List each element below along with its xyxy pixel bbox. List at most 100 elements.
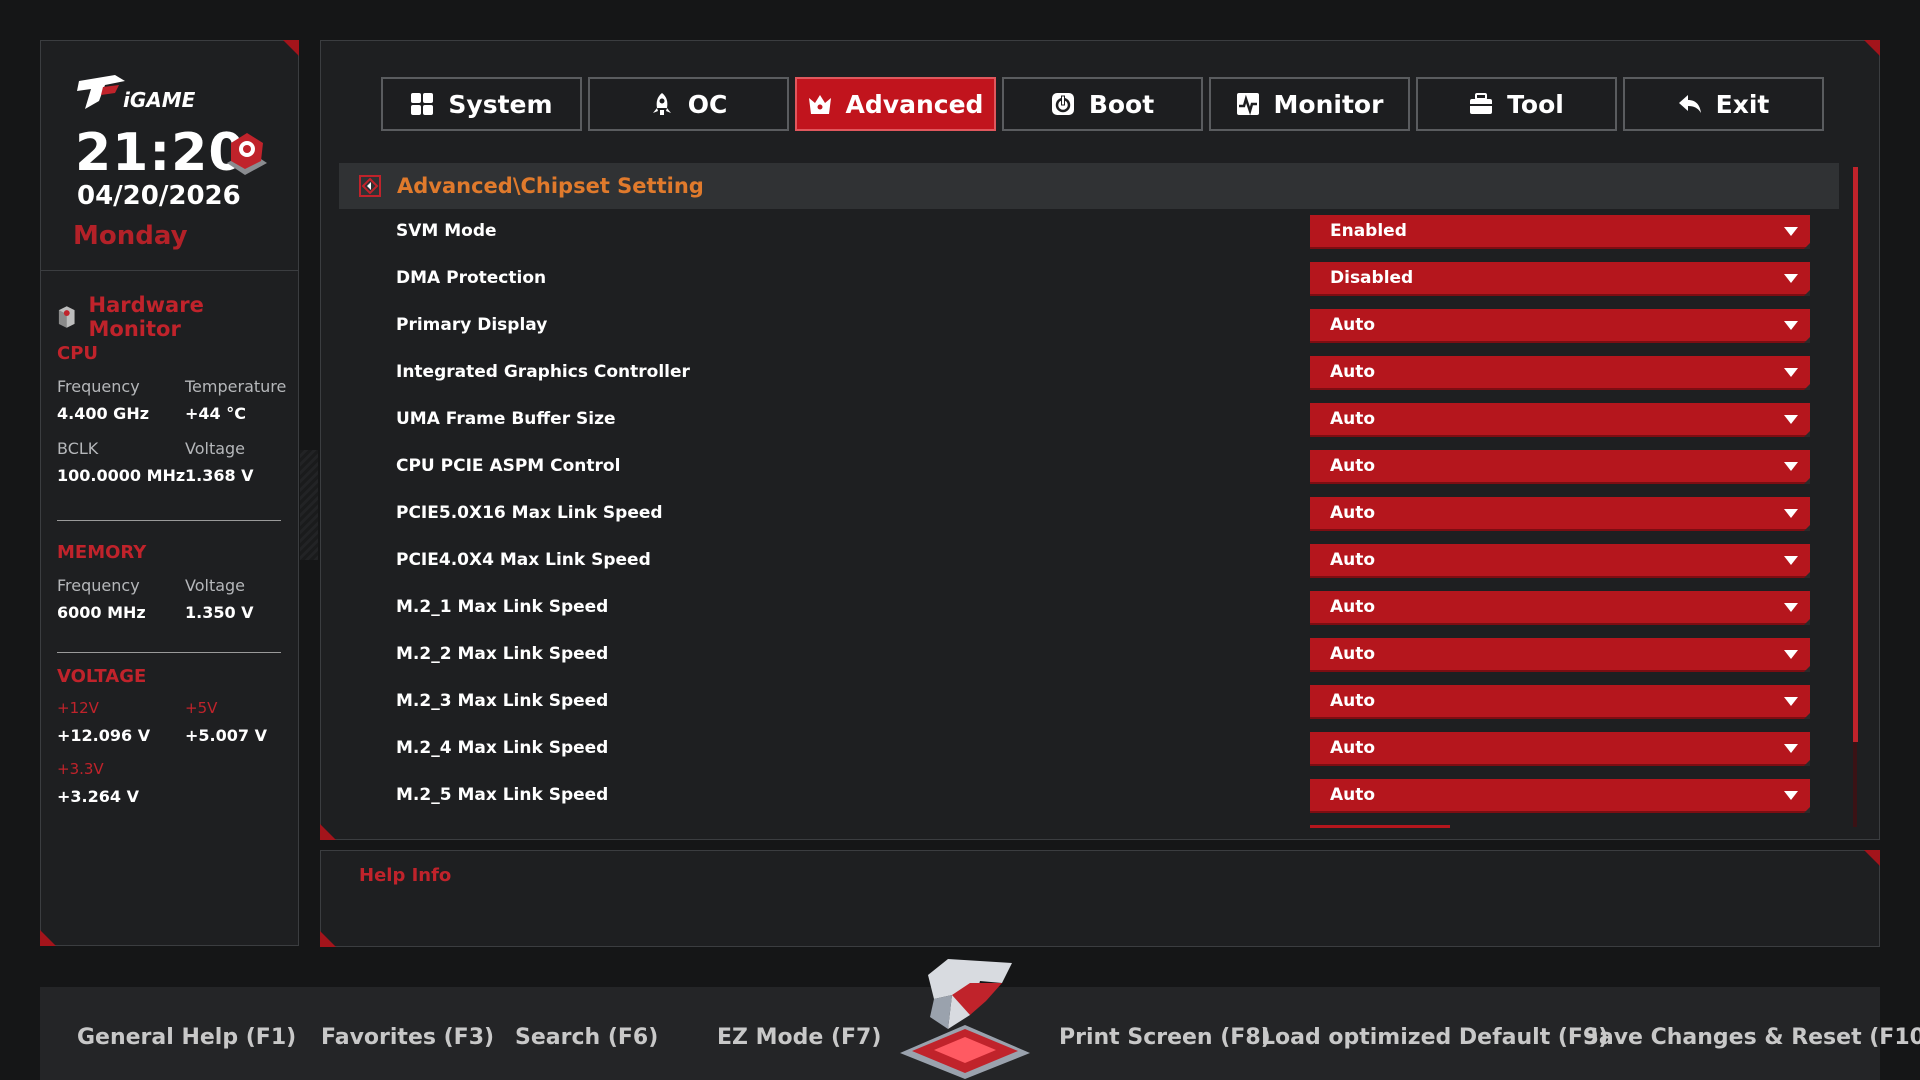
chevron-down-icon	[1784, 274, 1798, 283]
tab-oc[interactable]: OC	[588, 77, 789, 131]
memory-voltage-label: Voltage	[185, 576, 246, 595]
grid-icon	[411, 93, 434, 115]
main-tabs: System OC Advanced Boot Monitor Tool Exi…	[381, 77, 1824, 131]
next-dropdown-partial	[1310, 825, 1450, 828]
clock-weekday: Monday	[73, 221, 188, 251]
setting-dropdown[interactable]: Auto	[1310, 544, 1810, 578]
ez-mode-button[interactable]: EZ Mode (F7)	[717, 1025, 881, 1050]
search-button[interactable]: Search (F6)	[515, 1025, 658, 1050]
chevron-down-icon	[1784, 368, 1798, 377]
setting-dropdown[interactable]: Auto	[1310, 403, 1810, 437]
setting-row-cpu-pcie-aspm: CPU PCIE ASPM Control Auto	[321, 448, 1841, 488]
tab-label: Advanced	[845, 89, 984, 119]
dropdown-value: Auto	[1330, 644, 1376, 664]
dropdown-corner	[1804, 760, 1810, 766]
setting-dropdown[interactable]: Auto	[1310, 779, 1810, 813]
memory-voltage-value: 1.350 V	[185, 603, 254, 622]
setting-row-uma-frame-buffer: UMA Frame Buffer Size Auto	[321, 401, 1841, 441]
tab-advanced[interactable]: Advanced	[795, 77, 996, 131]
favorites-button[interactable]: Favorites (F3)	[321, 1025, 494, 1050]
panel-corner-accent	[320, 824, 336, 840]
chevron-down-icon	[1784, 462, 1798, 471]
cpu-frequency-value: 4.400 GHz	[57, 404, 150, 423]
dropdown-corner	[1804, 384, 1810, 390]
v5-label: +5V	[185, 699, 218, 717]
setting-dropdown[interactable]: Auto	[1310, 497, 1810, 531]
setting-dropdown[interactable]: Disabled	[1310, 262, 1810, 296]
cpu-bclk-value: 100.0000 MHz	[57, 466, 186, 485]
back-arrow-icon	[1678, 95, 1701, 113]
dropdown-value: Auto	[1330, 785, 1376, 805]
tab-label: Tool	[1507, 89, 1564, 119]
save-reset-button[interactable]: Save Changes & Reset (F10)	[1583, 1025, 1920, 1050]
divider	[57, 652, 281, 653]
help-title: Help Info	[359, 865, 452, 886]
tab-exit[interactable]: Exit	[1623, 77, 1824, 131]
dropdown-corner	[1804, 525, 1810, 531]
load-default-button[interactable]: Load optimized Default (F9)	[1261, 1025, 1608, 1050]
chevron-down-icon	[1784, 791, 1798, 800]
igame-emblem-logo	[900, 959, 1030, 1079]
dropdown-value: Auto	[1330, 315, 1376, 335]
setting-dropdown[interactable]: Auto	[1310, 685, 1810, 719]
back-nav-icon[interactable]	[359, 175, 381, 197]
setting-dropdown[interactable]: Auto	[1310, 356, 1810, 390]
setting-dropdown[interactable]: Enabled	[1310, 215, 1810, 249]
dropdown-corner	[1804, 666, 1810, 672]
chevron-down-icon	[1784, 556, 1798, 565]
dropdown-corner	[1804, 431, 1810, 437]
chevron-down-icon	[1784, 227, 1798, 236]
general-help-button[interactable]: General Help (F1)	[77, 1025, 296, 1050]
memory-frequency-value: 6000 MHz	[57, 603, 146, 622]
chevron-down-icon	[1784, 697, 1798, 706]
cpu-frequency-label: Frequency	[57, 377, 140, 396]
tab-boot[interactable]: Boot	[1002, 77, 1203, 131]
print-screen-button[interactable]: Print Screen (F8)	[1059, 1025, 1271, 1050]
svg-text:iGAME: iGAME	[123, 88, 196, 112]
scrollbar-thumb[interactable]	[1853, 167, 1858, 742]
setting-row-pcie5-x16-speed: PCIE5.0X16 Max Link Speed Auto	[321, 495, 1841, 535]
setting-dropdown[interactable]: Auto	[1310, 591, 1810, 625]
clock-date: 04/20/2026	[77, 181, 241, 211]
setting-dropdown[interactable]: Auto	[1310, 732, 1810, 766]
setting-label: M.2_4 Max Link Speed	[396, 738, 609, 758]
setting-label: M.2_5 Max Link Speed	[396, 785, 609, 805]
cpu-temperature-value: +44 °C	[185, 404, 246, 423]
tab-label: Boot	[1088, 89, 1155, 119]
v12-label: +12V	[57, 699, 99, 717]
dropdown-corner	[1804, 337, 1810, 343]
setting-dropdown[interactable]: Auto	[1310, 638, 1810, 672]
panel-corner-accent	[320, 931, 336, 947]
panel-corner-accent	[40, 930, 56, 946]
dropdown-corner	[1804, 807, 1810, 813]
setting-row-m2-3-speed: M.2_3 Max Link Speed Auto	[321, 683, 1841, 723]
setting-row-m2-4-speed: M.2_4 Max Link Speed Auto	[321, 730, 1841, 770]
hardware-monitor-title: Hardware Monitor	[88, 293, 204, 341]
dropdown-value: Auto	[1330, 456, 1376, 476]
tab-label: Exit	[1715, 89, 1770, 119]
dropdown-corner	[1804, 243, 1810, 249]
breadcrumb-path: Advanced\Chipset Setting	[397, 174, 704, 198]
main-panel: System OC Advanced Boot Monitor Tool Exi…	[320, 40, 1880, 840]
setting-label: M.2_3 Max Link Speed	[396, 691, 609, 711]
chevron-down-icon	[1784, 603, 1798, 612]
hardware-monitor-icon	[58, 306, 75, 328]
tab-label: System	[448, 89, 553, 119]
setting-dropdown[interactable]: Auto	[1310, 309, 1810, 343]
cpu-voltage-label: Voltage	[185, 439, 246, 458]
setting-label: DMA Protection	[396, 268, 547, 288]
tab-tool[interactable]: Tool	[1416, 77, 1617, 131]
dropdown-value: Auto	[1330, 597, 1376, 617]
dropdown-corner	[1804, 290, 1810, 296]
decorative-stripe	[300, 450, 318, 560]
panel-corner-accent	[283, 40, 299, 56]
v33-value: +3.264 V	[57, 787, 139, 806]
dropdown-value: Enabled	[1330, 221, 1407, 241]
panel-corner-accent	[1864, 40, 1880, 56]
setting-row-m2-2-speed: M.2_2 Max Link Speed Auto	[321, 636, 1841, 676]
setting-dropdown[interactable]: Auto	[1310, 450, 1810, 484]
tab-system[interactable]: System	[381, 77, 582, 131]
tab-monitor[interactable]: Monitor	[1209, 77, 1410, 131]
crown-icon	[808, 95, 831, 114]
setting-row-pcie4-x4-speed: PCIE4.0X4 Max Link Speed Auto	[321, 542, 1841, 582]
